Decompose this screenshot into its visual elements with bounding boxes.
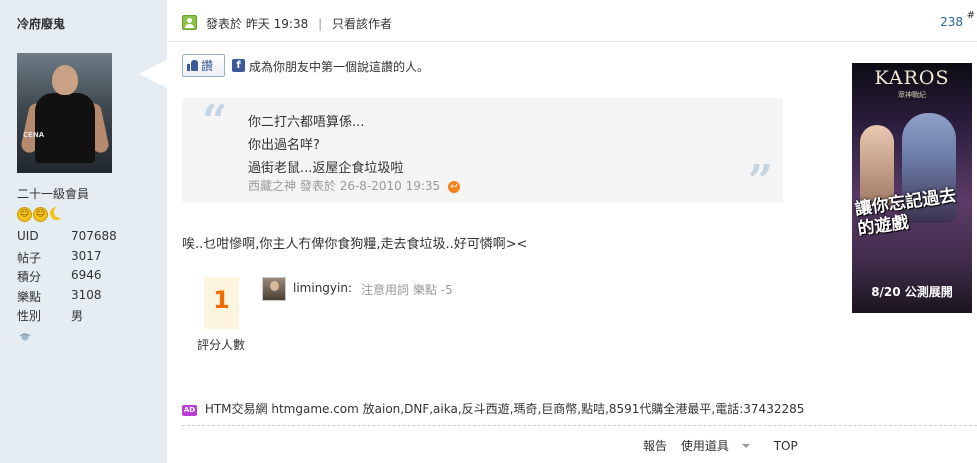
online-status-icon[interactable] (19, 332, 31, 342)
post-header: 發表於 昨天 19:38 | 只看該作者 238 # (167, 0, 977, 42)
chevron-down-icon[interactable] (741, 444, 750, 448)
report-link[interactable]: 報告 (643, 439, 667, 453)
use-tools-label[interactable]: 使用道具 (681, 439, 729, 453)
rating-count-box: 1 (204, 277, 239, 329)
member-rank[interactable]: 二十一級會員 (17, 185, 89, 202)
stat-row: 帖子 3017 (17, 249, 127, 269)
post-body: 唉..乜咁慘啊,你主人冇俾你食狗糧,走去食垃圾..好可憐啊>< (182, 237, 528, 252)
quote-line: 你出過名咩? (248, 138, 320, 153)
banner-footer: 8/20 公測展開 (871, 285, 953, 299)
moon-medal-icon[interactable] (49, 206, 66, 222)
stat-key: 帖子 (17, 250, 42, 265)
author-name[interactable]: 冷府廢鬼 (17, 15, 65, 32)
quote-time: 26-8-2010 19:35 (339, 179, 441, 193)
post-actions: 報告 使用道具 TOP (643, 437, 808, 454)
author-only-link[interactable]: 只看該作者 (332, 17, 392, 31)
stat-value: 男 (71, 309, 84, 323)
facebook-icon: f (232, 59, 245, 72)
divider (182, 425, 977, 426)
thumbs-up-icon (187, 60, 199, 71)
user-stats: UID 707688 帖子 3017 積分 6946 樂點 3108 性別 男 (17, 229, 127, 327)
stat-value: 707688 (71, 229, 117, 243)
medals: ☺ ☺ (17, 206, 66, 222)
smiley-medal-icon[interactable]: ☺ (17, 207, 32, 222)
like-text: 成為你朋友中第一個說這讚的人。 (249, 60, 430, 74)
quote-line: 你二打六都唔算係... (248, 115, 365, 130)
stat-row: 樂點 3108 (17, 288, 127, 308)
stat-value: 6946 (71, 268, 102, 282)
post-number-link[interactable]: 238 (940, 15, 963, 29)
open-quote-icon: “ (202, 96, 228, 147)
rating-label[interactable]: 評分人數 (197, 336, 245, 353)
stat-key: 性別 (17, 309, 42, 323)
jump-to-post-icon[interactable]: ↩ (448, 181, 461, 193)
use-tools-menu[interactable]: 使用道具 (681, 439, 760, 453)
rater-note: 注意用詞 樂點 -5 (361, 283, 453, 297)
avatar-caption: CENA (23, 131, 45, 139)
rating-count: 1 (213, 286, 230, 314)
posted-label: 發表於 (206, 17, 243, 31)
stat-value[interactable]: 3017 (71, 249, 102, 269)
text-ad[interactable]: AD HTM交易網 htmgame.com 放aion,DNF,aika,反斗西… (182, 400, 804, 417)
avatar[interactable]: CENA (17, 53, 112, 173)
rater-name[interactable]: limingyin: (293, 281, 352, 295)
avatar-figure-head (52, 65, 78, 95)
stat-value: 3108 (71, 287, 102, 302)
quote-block: “ 你二打六都唔算係... 你出過名咩? 過街老鼠...返屋企食垃圾啦 西藏之神… (182, 96, 783, 207)
stat-row: 性別 男 (17, 307, 127, 327)
quote-author: 西藏之神 (248, 179, 297, 193)
stat-key: 樂點 (17, 289, 42, 304)
quote-line: 過街老鼠...返屋企食垃圾啦 (248, 161, 404, 176)
banner-logo: KAROS (874, 67, 950, 89)
ad-badge-icon: AD (182, 405, 197, 416)
post-meta: 發表於 昨天 19:38 | 只看該作者 (206, 15, 392, 32)
game-banner-ad[interactable]: KAROS 眾神戰紀 讓你忘記過去的遊戲 8/20 公測展開 (852, 63, 972, 313)
facebook-like-button[interactable]: 讚 (182, 54, 225, 77)
online-user-icon (182, 15, 197, 30)
rater-avatar[interactable] (262, 277, 286, 301)
separator: | (318, 17, 323, 31)
posted-time: 昨天 19:38 (245, 17, 309, 31)
stat-key: 積分 (17, 270, 42, 284)
sidebar-pointer (139, 60, 167, 88)
smiley-medal-icon[interactable]: ☺ (33, 207, 48, 222)
text-ad-content[interactable]: HTM交易網 htmgame.com 放aion,DNF,aika,反斗西遊,瑪… (205, 402, 805, 416)
like-button-label: 讚 (201, 59, 214, 73)
close-quote-icon: ” (747, 156, 773, 207)
post-hash: # (966, 10, 975, 21)
quote-citation: 西藏之神 發表於 26-8-2010 19:35 ↩ (248, 177, 461, 194)
stat-row: UID 707688 (17, 229, 127, 249)
avatar-figure-body (35, 93, 95, 163)
stat-key: UID (17, 229, 39, 243)
top-link[interactable]: TOP (774, 439, 798, 453)
stat-row: 積分 6946 (17, 268, 127, 288)
banner-subtitle: 眾神戰紀 (898, 91, 926, 99)
banner-character (860, 125, 894, 205)
quote-posted-label: 發表於 (299, 179, 336, 193)
